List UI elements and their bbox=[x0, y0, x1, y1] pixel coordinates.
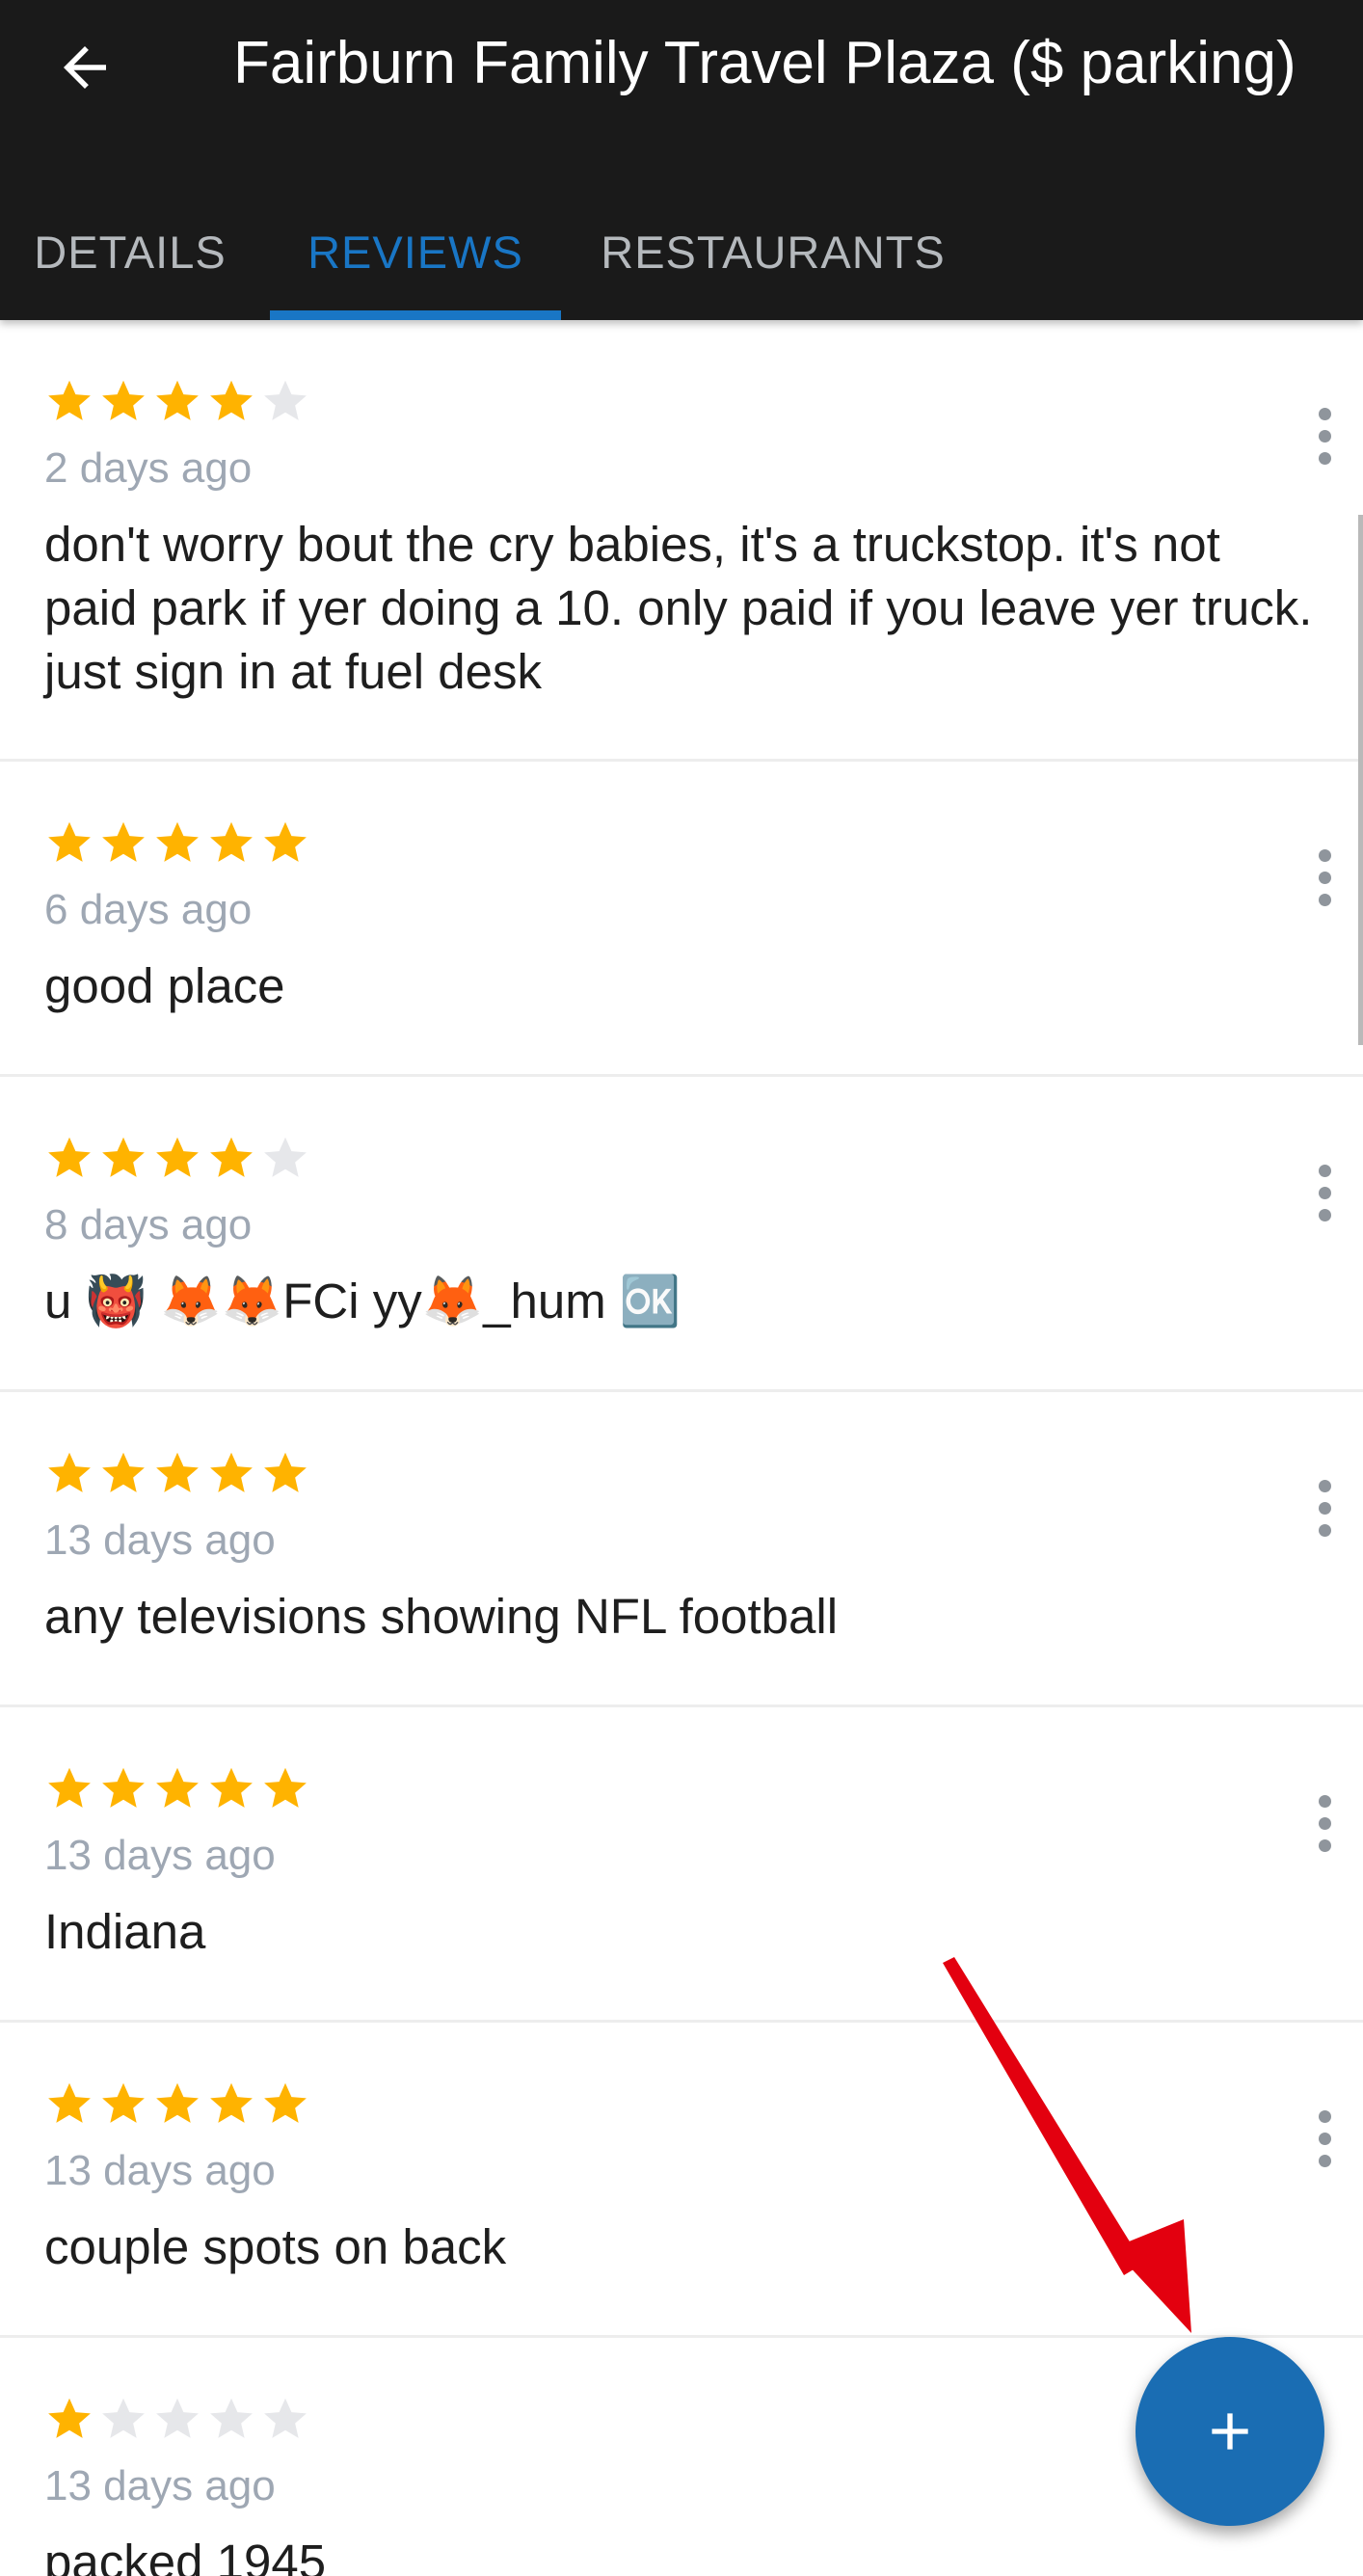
star-empty-icon bbox=[152, 2394, 206, 2448]
star-empty-icon bbox=[260, 2394, 314, 2448]
star-filled-icon bbox=[44, 1763, 98, 1817]
selected-tab-indicator bbox=[270, 310, 561, 320]
star-filled-icon bbox=[152, 1133, 206, 1187]
star-filled-icon bbox=[98, 1133, 152, 1187]
star-filled-icon bbox=[206, 376, 260, 430]
more-options-button[interactable] bbox=[1297, 1775, 1351, 1871]
star-empty-icon bbox=[260, 376, 314, 430]
review-text: couple spots on back bbox=[44, 2219, 507, 2274]
review-item: 2 days ago don't worry bout the cry babi… bbox=[0, 320, 1363, 762]
review-date: 2 days ago bbox=[44, 444, 253, 492]
tab-reviews[interactable]: REVIEWS bbox=[270, 183, 561, 320]
review-item: 13 days ago Indiana bbox=[0, 1707, 1363, 2023]
more-options-button[interactable] bbox=[1297, 2090, 1351, 2187]
star-filled-icon bbox=[152, 818, 206, 872]
star-filled-icon bbox=[152, 376, 206, 430]
more-options-button[interactable] bbox=[1297, 1460, 1351, 1556]
more-options-button[interactable] bbox=[1297, 388, 1351, 484]
app-bar: Fairburn Family Travel Plaza ($ parking)… bbox=[0, 0, 1363, 320]
scrollbar[interactable] bbox=[1358, 515, 1363, 1045]
star-rating bbox=[44, 1133, 314, 1187]
reviews-list[interactable]: 2 days ago don't worry bout the cry babi… bbox=[0, 320, 1363, 2576]
star-rating bbox=[44, 1448, 314, 1502]
tab-bar: DETAILS REVIEWS RESTAURANTS bbox=[0, 183, 1363, 320]
star-filled-icon bbox=[98, 2079, 152, 2133]
review-date: 8 days ago bbox=[44, 1201, 253, 1248]
review-date: 13 days ago bbox=[44, 1832, 276, 1879]
review-text: don't worry bout the cry babies, it's a … bbox=[44, 517, 1313, 699]
star-rating bbox=[44, 2079, 314, 2133]
star-filled-icon bbox=[44, 818, 98, 872]
page-title: Fairburn Family Travel Plaza ($ parking) bbox=[233, 30, 1296, 96]
star-empty-icon bbox=[98, 2394, 152, 2448]
review-text: Indiana bbox=[44, 1904, 206, 1959]
star-filled-icon bbox=[206, 1133, 260, 1187]
review-item: 13 days ago any televisions showing NFL … bbox=[0, 1392, 1363, 1707]
star-filled-icon bbox=[98, 1448, 152, 1502]
star-rating bbox=[44, 818, 314, 872]
star-filled-icon bbox=[206, 1763, 260, 1817]
review-text: any televisions showing NFL football bbox=[44, 1589, 839, 1644]
review-date: 6 days ago bbox=[44, 886, 253, 933]
star-rating bbox=[44, 376, 314, 430]
star-filled-icon bbox=[206, 2079, 260, 2133]
star-filled-icon bbox=[206, 818, 260, 872]
review-text: packed 1945 bbox=[44, 2535, 327, 2576]
review-date: 13 days ago bbox=[44, 2147, 276, 2194]
star-filled-icon bbox=[152, 1763, 206, 1817]
star-filled-icon bbox=[98, 818, 152, 872]
star-empty-icon bbox=[260, 1133, 314, 1187]
star-filled-icon bbox=[44, 1448, 98, 1502]
star-filled-icon bbox=[44, 1133, 98, 1187]
review-item: 8 days ago u 👹 🦊🦊FCi yy🦊_hum 🆗 bbox=[0, 1077, 1363, 1392]
tab-details[interactable]: DETAILS bbox=[0, 183, 260, 320]
star-filled-icon bbox=[152, 1448, 206, 1502]
more-options-button[interactable] bbox=[1297, 829, 1351, 926]
star-filled-icon bbox=[260, 1763, 314, 1817]
review-text: good place bbox=[44, 958, 285, 1013]
star-filled-icon bbox=[44, 376, 98, 430]
arrow-left-icon bbox=[64, 46, 106, 89]
review-item: 13 days ago couple spots on back bbox=[0, 2023, 1363, 2338]
tab-restaurants[interactable]: RESTAURANTS bbox=[561, 183, 985, 320]
review-item: 6 days ago good place bbox=[0, 762, 1363, 1077]
star-filled-icon bbox=[98, 376, 152, 430]
star-filled-icon bbox=[44, 2079, 98, 2133]
star-empty-icon bbox=[206, 2394, 260, 2448]
star-rating bbox=[44, 2394, 314, 2448]
plus-icon bbox=[1212, 2413, 1248, 2450]
review-text: u 👹 🦊🦊FCi yy🦊_hum 🆗 bbox=[44, 1274, 682, 1328]
back-button[interactable] bbox=[39, 21, 131, 114]
star-filled-icon bbox=[260, 2079, 314, 2133]
star-filled-icon bbox=[98, 1763, 152, 1817]
review-date: 13 days ago bbox=[44, 2462, 276, 2509]
star-filled-icon bbox=[206, 1448, 260, 1502]
star-filled-icon bbox=[260, 1448, 314, 1502]
star-rating bbox=[44, 1763, 314, 1817]
review-date: 13 days ago bbox=[44, 1516, 276, 1564]
more-options-button[interactable] bbox=[1297, 1144, 1351, 1241]
star-filled-icon bbox=[44, 2394, 98, 2448]
add-review-button[interactable] bbox=[1136, 2337, 1324, 2526]
star-filled-icon bbox=[260, 818, 314, 872]
star-filled-icon bbox=[152, 2079, 206, 2133]
